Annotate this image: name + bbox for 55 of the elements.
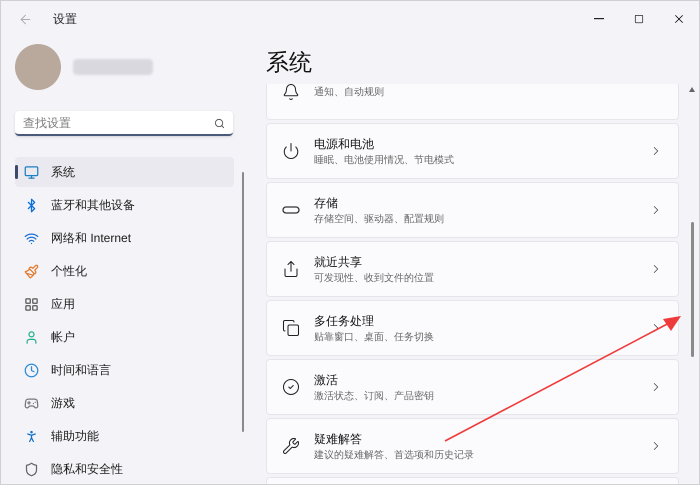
sidebar-item[interactable]: 网络和 Internet [15, 223, 234, 253]
share-icon [282, 260, 300, 278]
sidebar-item[interactable]: 应用 [15, 289, 234, 319]
settings-card[interactable]: 通知、自动规则 [266, 84, 679, 120]
grid-icon [24, 296, 39, 312]
settings-card[interactable]: 存储 存储空间、驱动器、配置规则 [266, 182, 679, 238]
minimize-icon [594, 18, 604, 20]
wifi-icon [24, 230, 39, 246]
sidebar-item[interactable]: 辅助功能 [15, 421, 234, 451]
gamepad-icon [24, 396, 39, 410]
card-title: 电源和电池 [314, 136, 375, 152]
bell-icon [282, 84, 300, 101]
sidebar-item[interactable]: 系统 [15, 157, 234, 187]
storage-icon [282, 206, 300, 214]
sidebar-item[interactable]: 时间和语言 [15, 355, 234, 385]
check-circle-icon [282, 378, 300, 396]
close-icon [672, 12, 686, 26]
window-title: 设置 [53, 11, 77, 28]
settings-card[interactable]: 激活 激活状态、订阅、产品密钥 [266, 359, 679, 415]
sidebar-item[interactable]: 蓝牙和其他设备 [15, 190, 234, 220]
card-subtitle: 贴靠窗口、桌面、任务切换 [314, 330, 435, 344]
card-subtitle: 存储空间、驱动器、配置规则 [314, 212, 445, 226]
sidebar-item[interactable]: 游戏 [15, 388, 234, 418]
card-subtitle: 建议的疑难解答、首选项和历史记录 [314, 448, 475, 462]
settings-card[interactable]: 疑难解答 建议的疑难解答、首选项和历史记录 [266, 418, 679, 474]
card-title: 多任务处理 [314, 312, 375, 330]
windows-icon [282, 319, 300, 337]
card-subtitle: 可发现性、收到文件的位置 [314, 272, 435, 286]
accessibility-icon [24, 428, 39, 444]
maximize-icon [634, 14, 644, 24]
wrench-icon [282, 437, 300, 455]
settings-card[interactable]: 电源和电池 睡眠、电池使用情况、节电模式 [266, 123, 679, 179]
card-title: 疑难解答 [314, 430, 363, 448]
card-subtitle: 通知、自动规则 [314, 86, 385, 100]
settings-card[interactable]: 多任务处理 贴靠窗口、桌面、任务切换 [266, 300, 679, 356]
avatar [15, 44, 61, 90]
card-subtitle: 睡眠、电池使用情况、节电模式 [314, 154, 455, 168]
shield-icon [24, 462, 39, 476]
card-subtitle: 激活状态、订阅、产品密钥 [314, 390, 435, 404]
settings-card[interactable]: 就近共享 可发现性、收到文件的位置 [266, 241, 679, 297]
page-title: 系统 [266, 48, 313, 77]
search-field[interactable]: 查找设置 [15, 111, 233, 136]
card-title: 存储 [314, 194, 339, 212]
paintbrush-icon [24, 264, 39, 278]
search-icon [214, 118, 225, 128]
monitor-icon [24, 164, 39, 180]
sidebar-item[interactable]: 帐户 [15, 322, 234, 352]
card-title: 就近共享 [314, 254, 363, 270]
power-icon [282, 142, 300, 160]
sidebar-item[interactable]: 隐私和安全性 [15, 454, 234, 484]
card-title: 激活 [314, 372, 339, 388]
person-icon [24, 330, 39, 344]
scroll-up-icon[interactable] [689, 87, 695, 92]
sidebar-item[interactable]: 个性化 [15, 256, 234, 286]
clock-icon [24, 362, 39, 378]
